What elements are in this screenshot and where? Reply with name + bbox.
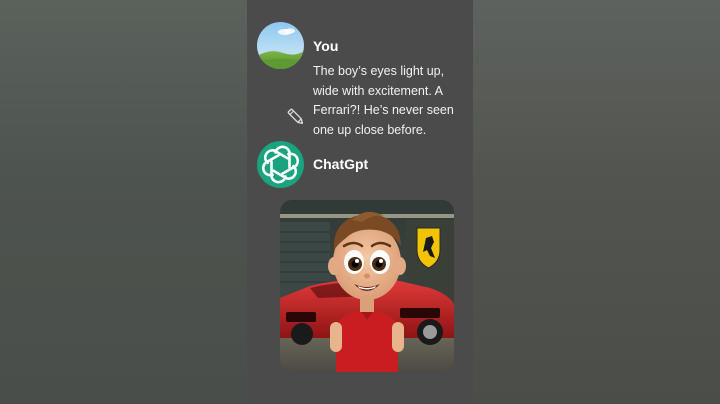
user-message: The boy’s eyes light up, wide with excit… xyxy=(313,64,454,137)
user-avatar xyxy=(257,22,304,69)
openai-logo-icon xyxy=(261,145,300,184)
assistant-name: ChatGpt xyxy=(313,156,369,172)
assistant-avatar xyxy=(257,141,304,188)
user-name: You xyxy=(313,38,339,54)
chat-screen: You The boy’s eyes light up, wide with e… xyxy=(247,0,473,404)
generated-image[interactable] xyxy=(280,200,454,372)
pencil-icon[interactable] xyxy=(287,106,305,128)
left-blurred-background xyxy=(0,0,247,404)
landscape-avatar-icon xyxy=(257,22,304,69)
right-blurred-background xyxy=(473,0,720,404)
